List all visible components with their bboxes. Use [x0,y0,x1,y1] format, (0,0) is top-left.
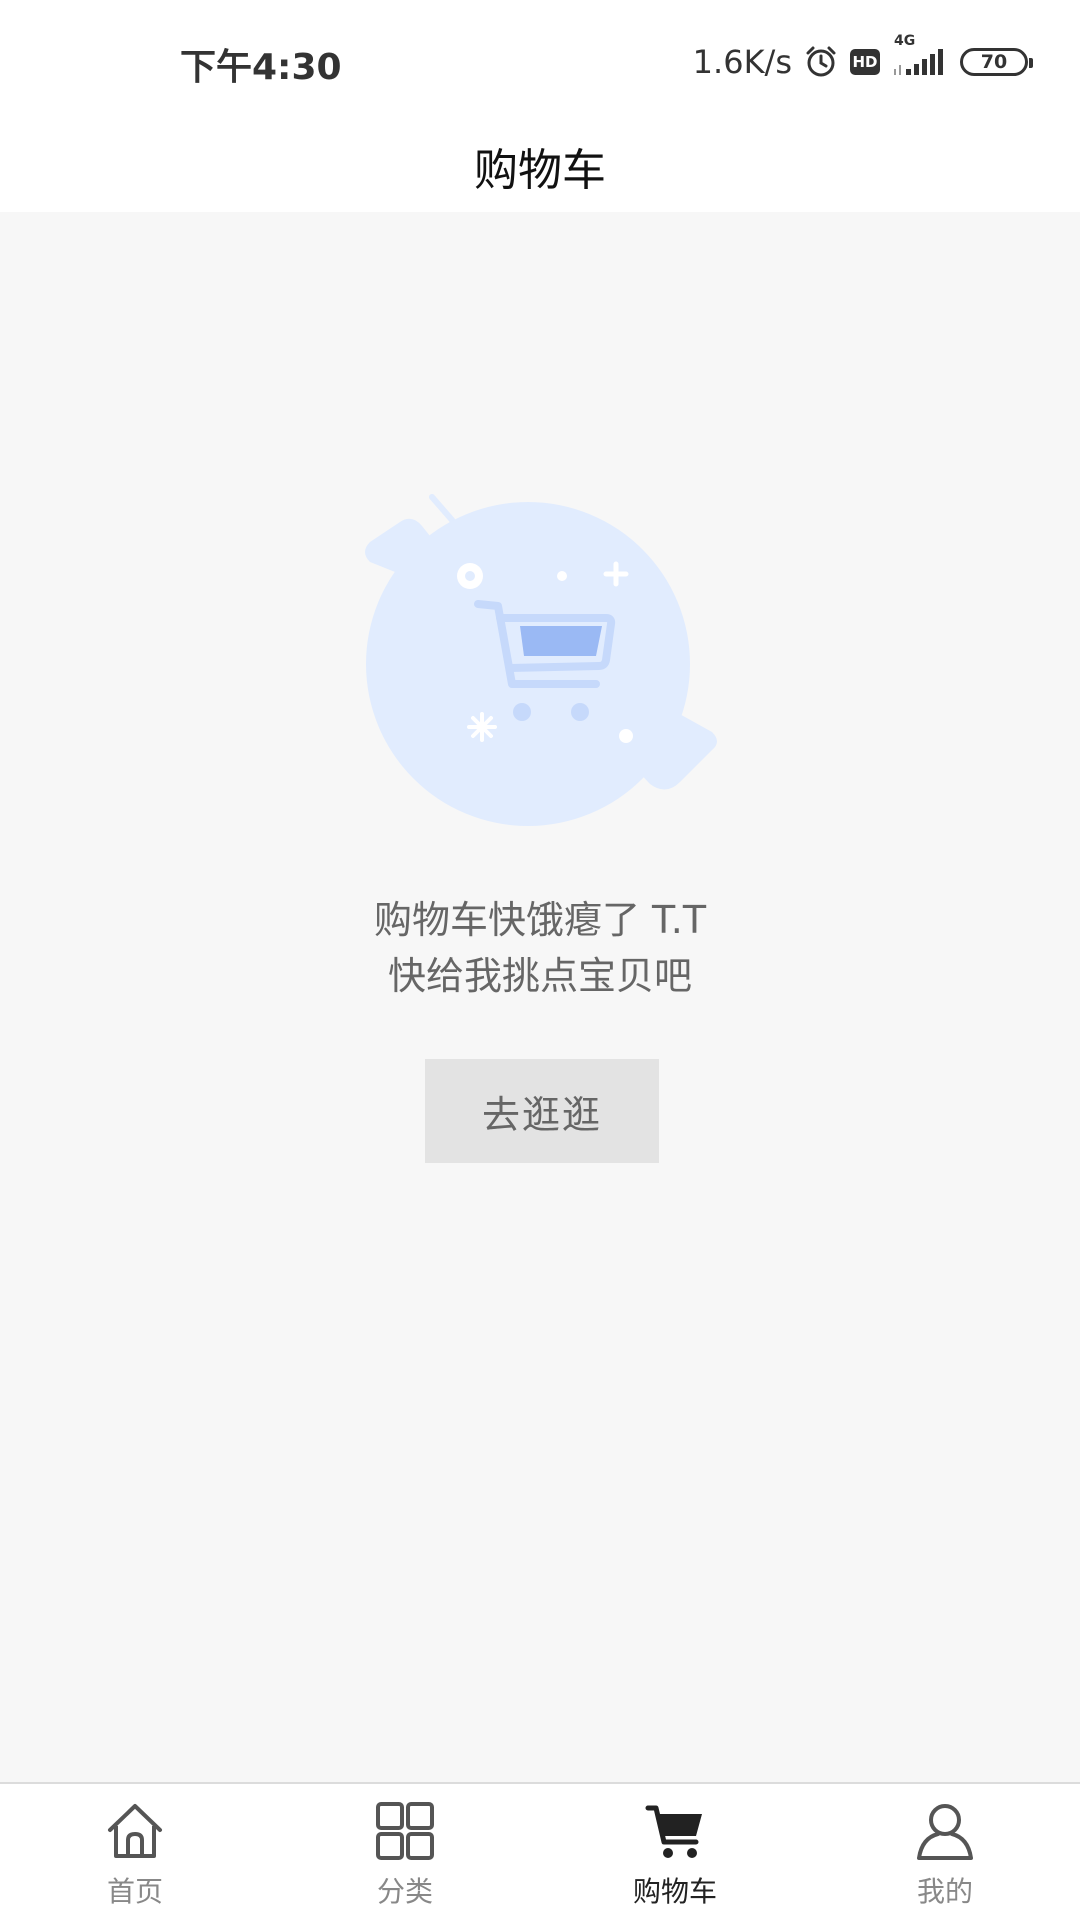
grid-icon [376,1802,434,1860]
hd-badge: HD [850,49,880,75]
tab-profile[interactable]: 我的 [810,1784,1080,1920]
tab-category-label: 分类 [376,1875,433,1908]
status-time: 下午4:30 [180,47,342,88]
tab-cart[interactable]: 购物车 [540,1784,810,1920]
cart-content: 购物车快饿瘪了 T.T 快给我挑点宝贝吧 去逛逛 [0,212,1080,1782]
tab-home-label: 首页 [106,1875,163,1908]
status-indicators: 1.6K/s HD 4G 70 [692,33,1033,84]
signal-bars-icon: 4G [892,33,948,77]
bottom-tab-bar: 首页 分类 购物车 我的 [0,1782,1080,1920]
empty-message-line1: 购物车快饿瘪了 T.T [373,898,707,942]
tab-category[interactable]: 分类 [270,1784,540,1920]
tab-profile-label: 我的 [916,1875,973,1908]
network-type: 4G [894,33,916,49]
tab-cart-label: 购物车 [632,1875,717,1908]
battery-indicator: 70 [960,48,1033,76]
go-shopping-button[interactable]: 去逛逛 [425,1059,659,1163]
tab-home[interactable]: 首页 [0,1784,270,1920]
page-title: 购物车 [474,145,606,196]
empty-message-line2: 快给我挑点宝贝吧 [387,954,692,998]
cart-icon [645,1805,702,1858]
empty-cart-icon [350,492,730,852]
status-bar: 下午4:30 1.6K/s HD 4G 70 [0,0,1080,120]
network-speed: 1.6K/s [692,43,792,81]
user-icon [917,1804,973,1860]
home-icon [108,1804,162,1858]
page-header: 购物车 [0,120,1080,212]
alarm-clock-icon [804,45,838,79]
